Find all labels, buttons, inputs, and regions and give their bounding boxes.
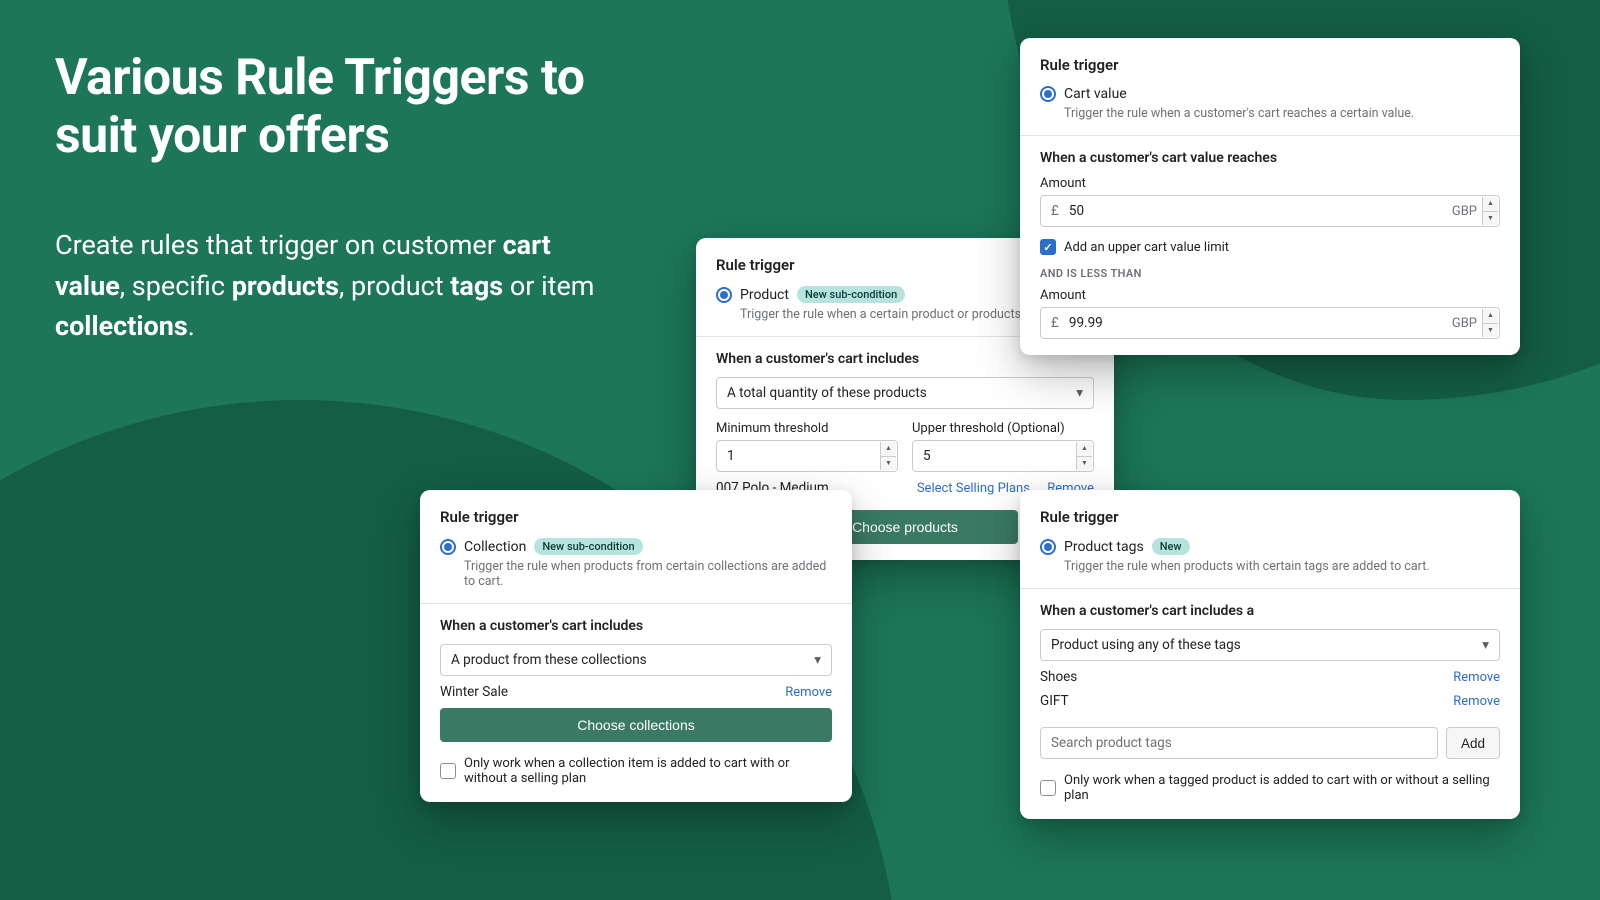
card-product-tags: Rule trigger Product tags New Trigger th… (1020, 490, 1520, 819)
section-label: When a customer's cart value reaches (1040, 150, 1500, 166)
radio-cart-value[interactable]: Cart value (1040, 86, 1500, 102)
and-less-label: And is less than (1040, 267, 1500, 280)
amount-input[interactable]: £ 50 GBP ▲▼ (1040, 195, 1500, 227)
min-threshold-input[interactable]: 1 ▲▼ (716, 440, 898, 472)
collection-name: Winter Sale (440, 684, 508, 700)
stepper-icon[interactable]: ▲▼ (880, 442, 896, 470)
radio-icon (440, 539, 456, 555)
hero-body: Create rules that trigger on customer ca… (55, 225, 615, 347)
amount-label-2: Amount (1040, 288, 1500, 303)
select-selling-plans-link[interactable]: Select Selling Plans (917, 481, 1030, 496)
remove-link[interactable]: Remove (785, 685, 832, 700)
radio-collection[interactable]: Collection New sub-condition (440, 538, 832, 555)
radio-icon (716, 287, 732, 303)
chevron-down-icon: ▾ (814, 652, 821, 668)
hero-title: Various Rule Triggers to suit your offer… (55, 50, 615, 165)
amount-upper-input[interactable]: £ 99.99 GBP ▲▼ (1040, 307, 1500, 339)
tag-name: GIFT (1040, 693, 1069, 709)
amount-label: Amount (1040, 176, 1500, 191)
badge-new: New sub-condition (797, 286, 905, 303)
checkbox-icon (440, 763, 456, 779)
choose-collections-button[interactable]: Choose collections (440, 708, 832, 742)
card-collection: Rule trigger Collection New sub-conditio… (420, 490, 852, 802)
radio-icon (1040, 86, 1056, 102)
max-threshold-input[interactable]: 5 ▲▼ (912, 440, 1094, 472)
help-text: Trigger the rule when products from cert… (464, 559, 832, 589)
checkbox-icon (1040, 239, 1056, 255)
stepper-icon[interactable]: ▲▼ (1482, 309, 1498, 337)
tag-name: Shoes (1040, 669, 1077, 685)
stepper-icon[interactable]: ▲▼ (1076, 442, 1092, 470)
quantity-select[interactable]: A total quantity of these products ▾ (716, 377, 1094, 409)
section-label: When a customer's cart includes (440, 618, 832, 634)
tag-item-row: GIFT Remove (1040, 693, 1500, 717)
card-title: Rule trigger (1040, 56, 1500, 74)
max-label: Upper threshold (Optional) (912, 421, 1094, 436)
card-title: Rule trigger (1040, 508, 1500, 526)
badge-new: New sub-condition (534, 538, 642, 555)
section-label: When a customer's cart includes a (1040, 603, 1500, 619)
card-cart-value: Rule trigger Cart value Trigger the rule… (1020, 38, 1520, 355)
card-title: Rule trigger (440, 508, 832, 526)
min-label: Minimum threshold (716, 421, 898, 436)
search-tags-input[interactable]: Search product tags (1040, 727, 1438, 759)
hero-copy: Various Rule Triggers to suit your offer… (55, 50, 615, 347)
stepper-icon[interactable]: ▲▼ (1482, 197, 1498, 225)
badge-new: New (1152, 538, 1190, 555)
chevron-down-icon: ▾ (1076, 385, 1083, 401)
help-text: Trigger the rule when products with cert… (1064, 559, 1500, 574)
help-text: Trigger the rule when a customer's cart … (1064, 106, 1500, 121)
remove-link[interactable]: Remove (1453, 670, 1500, 685)
tags-select[interactable]: Product using any of these tags ▾ (1040, 629, 1500, 661)
chevron-down-icon: ▾ (1482, 637, 1489, 653)
add-button[interactable]: Add (1446, 727, 1500, 759)
remove-link[interactable]: Remove (1453, 694, 1500, 709)
collection-select[interactable]: A product from these collections ▾ (440, 644, 832, 676)
radio-icon (1040, 539, 1056, 555)
collection-item-row: Winter Sale Remove (440, 676, 832, 708)
selling-plan-checkbox[interactable]: Only work when a collection item is adde… (440, 756, 832, 786)
upper-limit-checkbox[interactable]: Add an upper cart value limit (1040, 239, 1500, 255)
tag-item-row: Shoes Remove (1040, 661, 1500, 693)
radio-product-tags[interactable]: Product tags New (1040, 538, 1500, 555)
checkbox-icon (1040, 780, 1056, 796)
selling-plan-checkbox[interactable]: Only work when a tagged product is added… (1040, 773, 1500, 803)
